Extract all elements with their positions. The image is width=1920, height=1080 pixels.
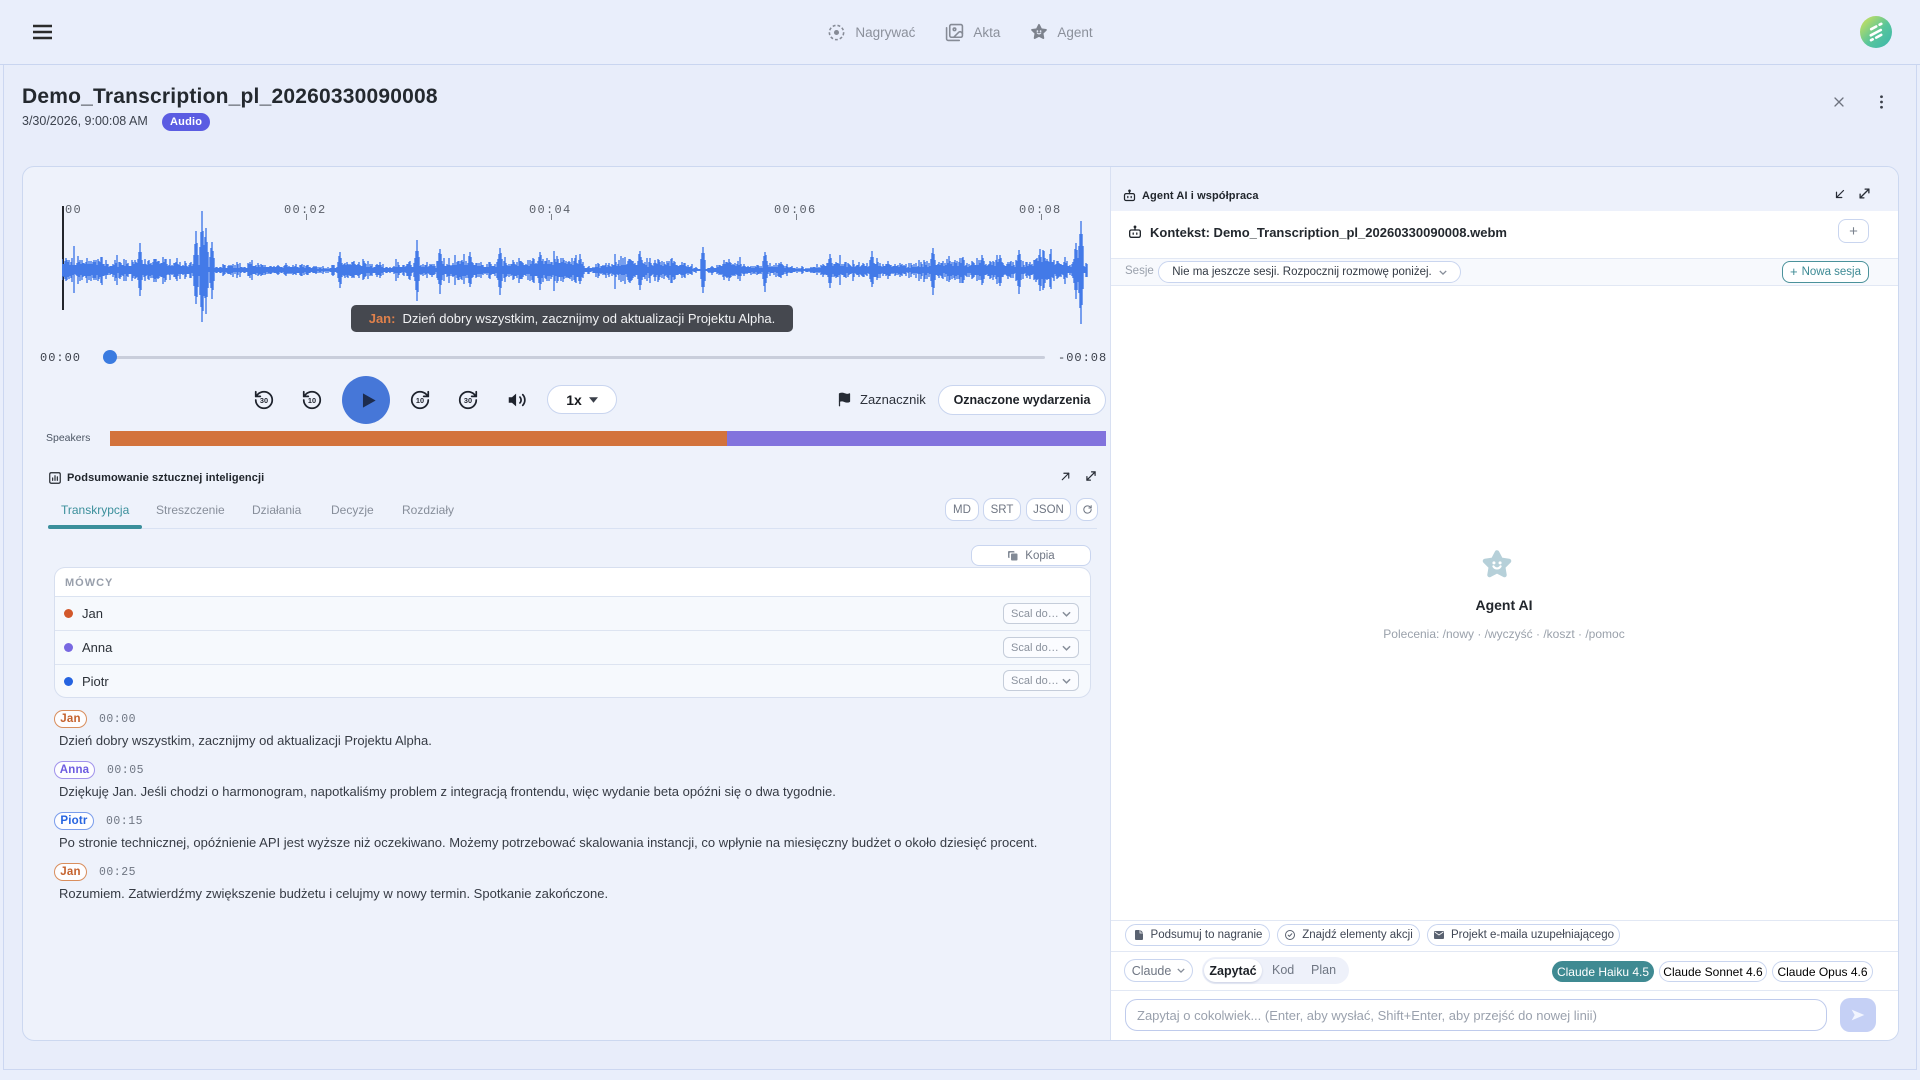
svg-text:30: 30 xyxy=(260,396,268,405)
svg-text:10: 10 xyxy=(416,396,424,405)
svg-text:10: 10 xyxy=(308,396,316,405)
svg-text:30: 30 xyxy=(464,396,472,405)
